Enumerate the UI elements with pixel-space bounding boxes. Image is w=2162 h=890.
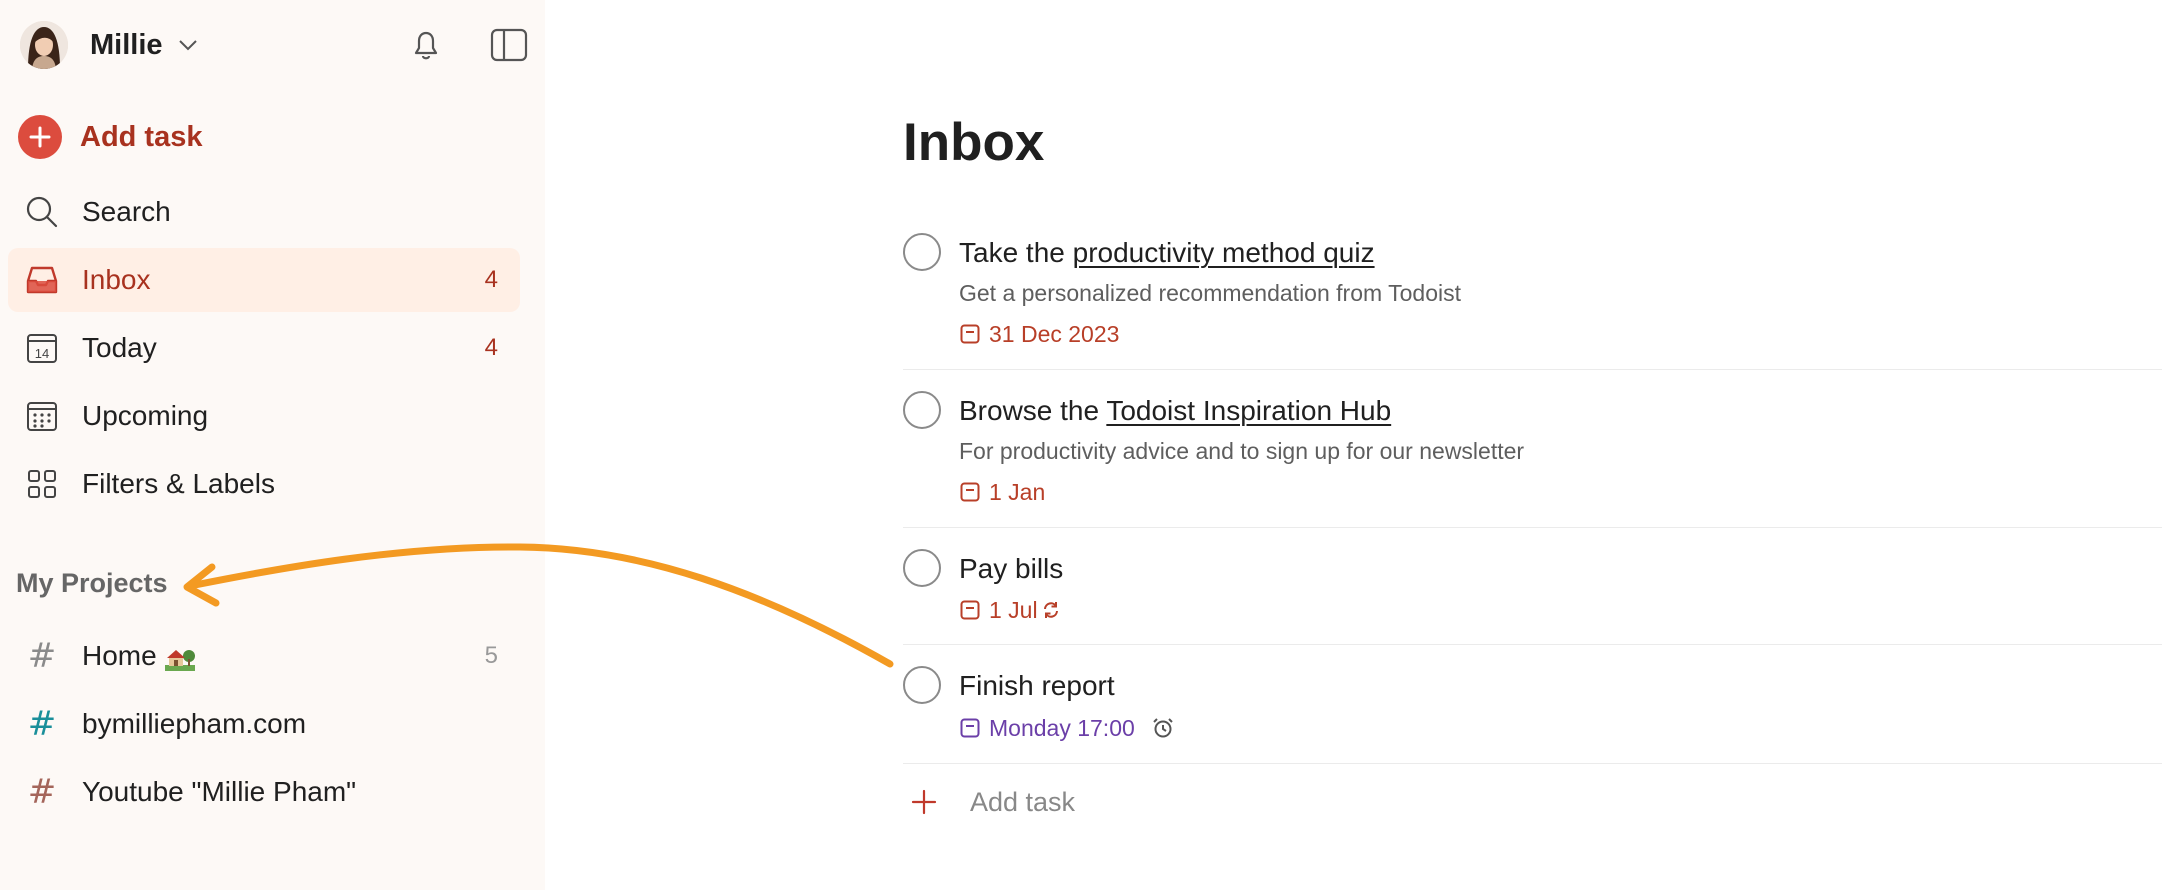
sidebar-item-label: Inbox bbox=[82, 264, 151, 295]
sidebar-toggle-icon[interactable] bbox=[486, 22, 532, 68]
hash-icon: # bbox=[27, 636, 57, 676]
page-title: Inbox bbox=[903, 113, 1045, 172]
user-name: Millie bbox=[90, 28, 163, 61]
task-title: Finish report bbox=[959, 670, 1115, 701]
project-bymilliepham[interactable]: # bymilliepham.com bbox=[8, 694, 520, 754]
task-item[interactable]: Take the productivity method quiz Get a … bbox=[903, 233, 2162, 370]
project-count: 5 bbox=[484, 642, 498, 669]
divider bbox=[903, 369, 2162, 370]
calendar-grid-icon bbox=[22, 396, 62, 436]
calendar-icon bbox=[959, 481, 981, 503]
task-title: Pay bills bbox=[959, 553, 1064, 584]
task-title: Take the productivity method quiz bbox=[959, 237, 1375, 269]
task-due-date[interactable]: 31 Dec 2023 bbox=[959, 319, 1119, 349]
task-title-text: Take the bbox=[959, 237, 1073, 268]
task-item[interactable]: Browse the Todoist Inspiration Hub For p… bbox=[903, 391, 2162, 528]
sidebar: Millie Add task Search Inbox 4 14 Today … bbox=[0, 0, 545, 890]
task-checkbox[interactable] bbox=[903, 391, 941, 429]
project-youtube[interactable]: # Youtube "Millie Pham" bbox=[8, 762, 520, 822]
calendar-icon bbox=[959, 323, 981, 345]
task-description: For productivity advice and to sign up f… bbox=[959, 438, 1525, 464]
sidebar-item-filters-labels[interactable]: Filters & Labels bbox=[8, 452, 520, 516]
task-date-text: 1 Jan bbox=[989, 478, 1046, 505]
calendar-icon bbox=[959, 717, 981, 739]
search-icon bbox=[22, 192, 62, 232]
user-menu[interactable]: Millie bbox=[20, 18, 528, 72]
sidebar-item-label: Search bbox=[82, 196, 171, 227]
task-checkbox[interactable] bbox=[903, 549, 941, 587]
plus-icon bbox=[908, 786, 940, 818]
task-checkbox[interactable] bbox=[903, 233, 941, 271]
bell-icon[interactable] bbox=[403, 22, 449, 68]
alarm-clock-icon bbox=[1151, 716, 1175, 740]
add-task-label: Add task bbox=[80, 120, 203, 153]
sidebar-item-search[interactable]: Search bbox=[8, 180, 520, 244]
avatar bbox=[20, 21, 68, 69]
task-title-link[interactable]: productivity method quiz bbox=[1073, 237, 1375, 268]
grid-icon bbox=[22, 464, 62, 504]
my-projects-heading[interactable]: My Projects bbox=[16, 568, 168, 599]
task-due-date[interactable]: Monday 17:00 bbox=[959, 713, 1175, 743]
recurring-icon bbox=[1041, 600, 1061, 620]
task-item[interactable]: Pay bills 1 Jul bbox=[903, 549, 2162, 645]
sidebar-item-today[interactable]: 14 Today 4 bbox=[8, 316, 520, 380]
divider bbox=[903, 527, 2162, 528]
hash-icon: # bbox=[27, 772, 57, 812]
task-title: Browse the Todoist Inspiration Hub bbox=[959, 395, 1391, 427]
task-title-link[interactable]: Todoist Inspiration Hub bbox=[1106, 395, 1391, 426]
today-count: 4 bbox=[484, 334, 498, 361]
calendar-icon bbox=[959, 599, 981, 621]
project-home[interactable]: # Home 5 bbox=[8, 626, 520, 686]
task-checkbox[interactable] bbox=[903, 666, 941, 704]
task-title-text: Browse the bbox=[959, 395, 1107, 426]
divider bbox=[903, 644, 2162, 645]
add-task-inline-button[interactable]: Add task bbox=[908, 782, 1075, 822]
add-task-label: Add task bbox=[970, 786, 1076, 817]
sidebar-item-label: Upcoming bbox=[82, 400, 209, 431]
sidebar-item-label: Today bbox=[82, 332, 157, 363]
task-date-text: 1 Jul bbox=[989, 596, 1038, 623]
plus-icon bbox=[18, 115, 62, 159]
sidebar-item-label: Filters & Labels bbox=[82, 468, 275, 499]
task-date-text: 31 Dec 2023 bbox=[989, 320, 1120, 347]
add-task-button[interactable]: Add task bbox=[18, 114, 202, 160]
project-name: Home bbox=[82, 640, 157, 671]
chevron-down-icon bbox=[175, 32, 201, 58]
project-label: Youtube "Millie Pham" bbox=[82, 776, 357, 807]
task-description: Get a personalized recommendation from T… bbox=[959, 280, 1462, 306]
task-due-date[interactable]: 1 Jul bbox=[959, 595, 1061, 625]
task-due-date[interactable]: 1 Jan bbox=[959, 477, 1045, 507]
sidebar-item-inbox[interactable]: Inbox 4 bbox=[8, 248, 520, 312]
project-label: Home bbox=[82, 640, 195, 672]
house-with-garden-icon bbox=[164, 645, 195, 671]
inbox-icon bbox=[22, 260, 62, 300]
task-item[interactable]: Finish report Monday 17:00 bbox=[903, 666, 2162, 764]
today-day-number: 14 bbox=[35, 346, 49, 361]
task-date-text: Monday 17:00 bbox=[989, 714, 1135, 741]
hash-icon: # bbox=[27, 704, 57, 744]
inbox-count: 4 bbox=[484, 266, 498, 293]
sidebar-item-upcoming[interactable]: Upcoming bbox=[8, 384, 520, 448]
calendar-today-icon: 14 bbox=[22, 328, 62, 368]
project-label: bymilliepham.com bbox=[82, 708, 307, 739]
divider bbox=[903, 763, 2162, 764]
